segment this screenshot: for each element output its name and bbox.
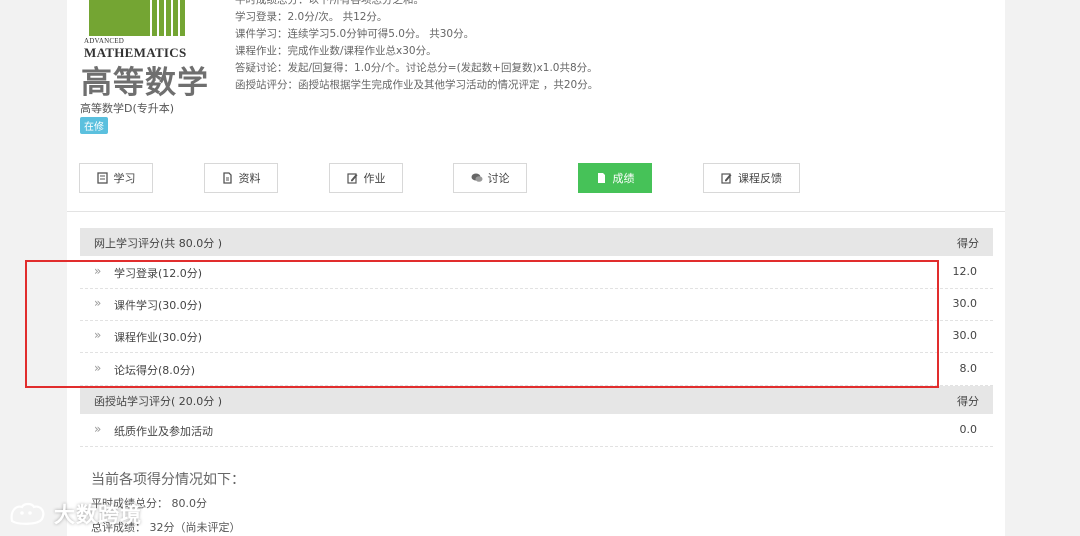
tab-materials[interactable]: 资料 [204,163,278,193]
report-icon [596,172,607,184]
tab-label: 资料 [238,172,261,185]
station-score-title: 函授站学习评分( 20.0分 ) [94,395,223,408]
highlight-box [25,260,939,388]
edit-icon [346,172,358,184]
tab-label: 成绩 [612,172,635,185]
tab-label: 课程反馈 [738,172,782,185]
station-score-header: 函授站学习评分( 20.0分 ) 得分 [80,386,993,414]
tab-label: 学习 [113,172,136,185]
summary-title: 当前各项得分情况如下： [91,472,245,488]
score-column-header: 得分 [957,237,979,250]
rule-line: 答疑讨论：发起/回复得：1.0分/个。讨论总分=(发起数+回复数)x1.0共8分… [235,62,598,74]
tab-homework[interactable]: 作业 [329,163,403,193]
online-score-title: 网上学习评分(共 80.0分 ) [94,237,223,250]
document-icon [222,172,233,184]
watermark: 大数跨境 [8,499,142,529]
divider [67,211,1005,212]
rule-line: 平时成绩总分：以下所有各项总分之和。 [235,0,424,6]
chat-icon [471,172,482,184]
tab-discussion[interactable]: 讨论 [453,163,527,193]
row-score: 0.0 [959,423,978,436]
course-cover-image: ADVANCED MATHEMATICS 高等数学 [81,0,213,101]
rule-line: 学习登录：2.0分/次。 共12分。 [235,11,388,23]
edit-icon [721,172,732,184]
row-name: 纸质作业及参加活动 [114,425,213,438]
table-row: » 纸质作业及参加活动 0.0 [80,414,993,447]
tab-label: 作业 [363,172,386,185]
row-score: 12.0 [952,265,978,278]
watermark-logo-icon [8,501,48,527]
row-score: 30.0 [952,329,978,342]
tab-course-feedback[interactable]: 课程反馈 [703,163,800,193]
double-chevron-icon: » [94,422,102,436]
tab-grades[interactable]: 成绩 [578,163,652,193]
rule-line: 课程作业：完成作业数/课程作业总x30分。 [235,45,437,57]
online-score-header: 网上学习评分(共 80.0分 ) 得分 [80,228,993,256]
row-score: 30.0 [952,297,978,310]
book-icon [96,172,108,184]
tab-label: 讨论 [487,172,510,185]
rule-line: 课件学习：连续学习5.0分钟可得5.0分。 共30分。 [235,28,475,40]
cover-chinese-title: 高等数学 [81,65,209,101]
tab-study[interactable]: 学习 [79,163,153,193]
status-badge: 在修 [80,117,108,134]
cover-graphic [89,0,185,36]
course-name[interactable]: 高等数学D(专升本) [80,100,174,116]
row-score: 8.0 [959,362,978,375]
watermark-text: 大数跨境 [54,503,142,527]
score-rules: 平时成绩总分：以下所有各项总分之和。 学习登录：2.0分/次。 共12分。 课件… [235,0,598,94]
rule-line: 函授站评分：函授站根据学生完成作业及其他学习活动的情况评定 ，共20分。 [235,79,599,91]
score-column-header: 得分 [957,395,979,408]
cover-advanced-text: ADVANCED [84,37,124,45]
